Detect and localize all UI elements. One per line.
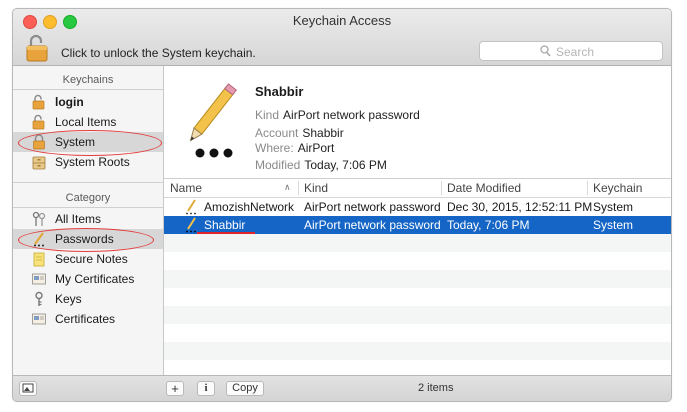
copy-button[interactable]: Copy (226, 381, 264, 396)
table-row[interactable]: Shabbir AirPort network password Today, … (164, 216, 671, 235)
detail-modified-value: Today, 7:06 PM (304, 158, 387, 172)
unlock-keychain-button[interactable] (25, 34, 49, 62)
table-row[interactable]: AmozishNetwork AirPort network password … (164, 198, 671, 216)
sidebar-item-label: Secure Notes (55, 252, 128, 266)
sidebar-item-system-roots[interactable]: System Roots (13, 152, 163, 172)
sidebar-item-label: Certificates (55, 312, 116, 326)
keys-icon (32, 211, 46, 226)
column-separator (441, 181, 442, 195)
sidebar-divider (13, 89, 163, 90)
sidebar-item-passwords[interactable]: Passwords (13, 229, 163, 249)
sidebar-item-system[interactable]: System (13, 132, 163, 152)
detail-account-label: Account (255, 126, 299, 140)
detail-kind-label: Kind (255, 108, 280, 122)
lock-open-icon (32, 94, 45, 110)
sidebar-item-certificates[interactable]: Certificates (13, 309, 163, 329)
detail-kind-row: Kind AirPort network password (255, 108, 420, 122)
lock-open-icon (32, 114, 45, 130)
certificate-icon (32, 313, 46, 325)
item-count: 2 items (418, 382, 454, 394)
sidebar-item-all-items[interactable]: All Items (13, 209, 163, 229)
detail-account-row: Account Shabbir (255, 126, 344, 140)
cell-keychain: System (593, 218, 634, 232)
sidebar-item-local-items[interactable]: Local Items (13, 112, 163, 132)
password-icon (186, 199, 196, 215)
sidebar-item-login[interactable]: login (13, 92, 163, 112)
column-separator (298, 181, 299, 195)
detail-where-row: Where: AirPort (255, 141, 334, 155)
key-icon (35, 291, 43, 306)
keychain-window: Keychain Access Click to unlock the Syst… (12, 8, 672, 402)
search-input[interactable] (554, 43, 658, 61)
sidebar-item-my-certificates[interactable]: My Certificates (13, 269, 163, 289)
cell-kind: AirPort network password (304, 218, 441, 232)
cell-name: Shabbir (204, 218, 246, 232)
add-item-button[interactable]: + (166, 381, 184, 396)
lock-open-icon (26, 34, 48, 62)
cell-keychain: System (593, 200, 634, 214)
sidebar-item-label: All Items (55, 212, 102, 226)
search-field[interactable] (479, 41, 663, 61)
sidebar-item-keys[interactable]: Keys (13, 289, 163, 309)
empty-row (164, 234, 671, 252)
empty-row (164, 306, 671, 324)
category-header: Category (65, 192, 111, 204)
cell-name: AmozishNetwork (204, 200, 295, 214)
show-sidebar-button[interactable] (19, 381, 37, 396)
cell-date-modified: Today, 7:06 PM (447, 218, 530, 232)
window-title: Keychain Access (292, 13, 392, 28)
column-header-keychain[interactable]: Keychain (593, 181, 642, 195)
sidebar-divider (13, 207, 163, 208)
sidebar-item-label: Passwords (55, 232, 114, 246)
sidebar-item-label: login (55, 95, 84, 109)
column-header-date-modified[interactable]: Date Modified (447, 181, 521, 195)
empty-row (164, 342, 671, 360)
empty-row (164, 270, 671, 288)
keychains-header: Keychains (62, 74, 114, 86)
sidebar-divider (13, 182, 163, 183)
detail-account-value: Shabbir (302, 126, 344, 140)
password-icon (186, 217, 196, 233)
cell-kind: AirPort network password (304, 200, 441, 214)
detail-kind-value: AirPort network password (283, 108, 420, 122)
sidebar-item-label: System Roots (55, 155, 130, 169)
sidebar-item-secure-notes[interactable]: Secure Notes (13, 249, 163, 269)
info-button[interactable]: i (197, 381, 215, 396)
detail-where-label: Where: (255, 141, 294, 155)
column-separator (587, 181, 588, 195)
sidebar-item-label: System (55, 135, 96, 149)
sort-ascending-icon: ∧ (284, 182, 291, 192)
note-icon (33, 252, 45, 267)
cell-date-modified: Dec 30, 2015, 12:52:11 PM (447, 200, 593, 214)
item-name: Shabbir (255, 84, 304, 99)
screen-icon (22, 383, 34, 393)
sidebar: Keychains login Local Items System Syste… (13, 66, 164, 375)
column-header-kind[interactable]: Kind (304, 181, 328, 195)
lock-closed-icon (33, 134, 45, 150)
cabinet-icon (32, 156, 46, 170)
detail-modified-row: Modified Today, 7:06 PM (255, 158, 387, 172)
item-detail-panel: Shabbir Kind AirPort network password Acc… (164, 66, 671, 179)
search-icon (540, 45, 551, 57)
password-icon (189, 83, 238, 158)
items-table: Name ∧ Kind Date Modified Keychain Amozi… (164, 179, 671, 375)
detail-where-value: AirPort (297, 141, 335, 155)
certificate-icon (32, 273, 46, 285)
sidebar-item-label: Local Items (55, 115, 117, 129)
sidebar-item-label: Keys (55, 292, 82, 306)
password-icon (34, 232, 44, 247)
bottom-bar: + i Copy 2 items (13, 375, 671, 401)
column-header-name[interactable]: Name (170, 181, 202, 195)
table-header: Name ∧ Kind Date Modified Keychain (164, 179, 671, 198)
lock-status-label: Click to unlock the System keychain. (61, 46, 256, 60)
sidebar-item-label: My Certificates (55, 272, 135, 286)
titlebar: Keychain Access Click to unlock the Syst… (13, 9, 671, 66)
detail-modified-label: Modified (255, 158, 301, 172)
